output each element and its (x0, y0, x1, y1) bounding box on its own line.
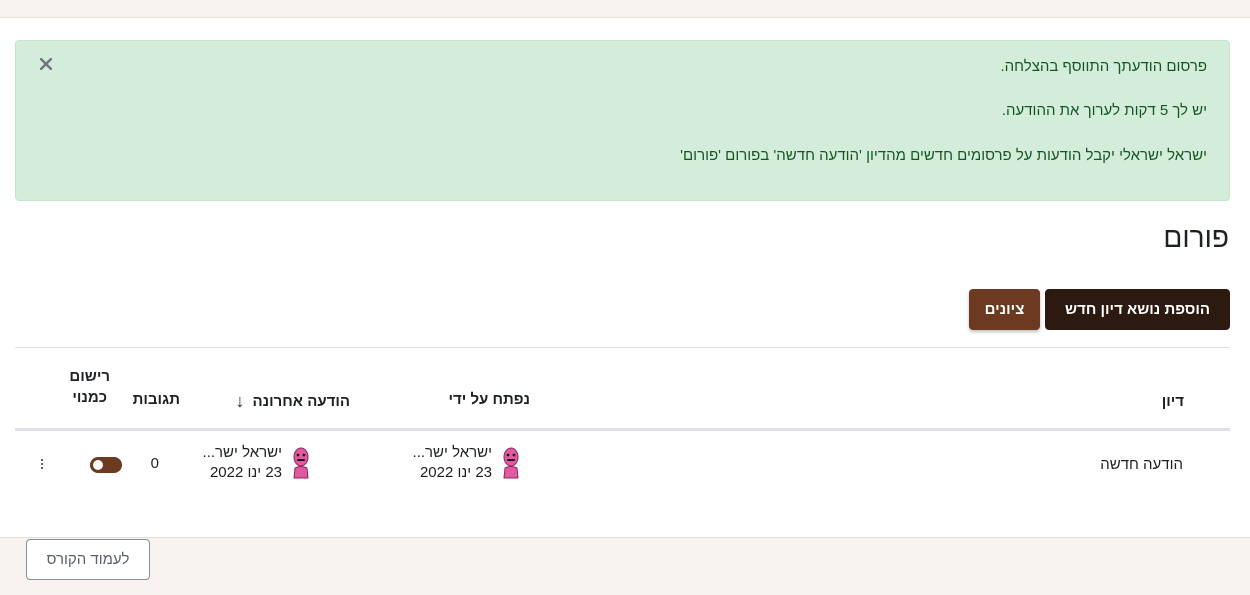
author-name[interactable]: ישראל ישר... (413, 443, 492, 463)
table-row: הודעה חדשה ישראל ישר... 23 ינו 2022 ישרא… (15, 431, 1230, 505)
last-post-author-name[interactable]: ישראל ישר... (203, 443, 282, 463)
back-to-course-button[interactable]: לעמוד הקורס (26, 539, 150, 580)
column-header-subscription-line2: כמנוי (72, 389, 108, 406)
kebab-menu-icon[interactable] (37, 453, 47, 475)
table-top-divider (15, 347, 1230, 348)
column-header-last-post-label: הודעה אחרונה (252, 393, 350, 410)
column-header-subscription-line1: רישום (69, 368, 110, 385)
avatar (503, 447, 519, 479)
alert-line-edit-time: יש לך 5 דקות לערוך את ההודעה. (1001, 102, 1207, 119)
avatar (293, 447, 309, 479)
subscription-toggle[interactable] (90, 457, 122, 473)
column-header-replies: תגובות (132, 391, 180, 408)
alert-line-subscription: ישראל ישראלי יקבל הודעות על פרסומים חדשי… (680, 147, 1207, 164)
last-post-cell: ישראל ישר... 23 ינו 2022 (203, 443, 312, 483)
last-post-info: ישראל ישר... 23 ינו 2022 (203, 443, 282, 483)
author-info: ישראל ישר... 23 ינו 2022 (413, 443, 492, 483)
top-strip (0, 0, 1250, 18)
page-title: פורום (1163, 222, 1229, 253)
started-by-cell: ישראל ישר... 23 ינו 2022 (413, 443, 522, 483)
last-post-date[interactable]: 23 ינו 2022 (203, 463, 282, 483)
discussion-link[interactable]: הודעה חדשה (1100, 456, 1183, 473)
grades-button[interactable]: ציונים (969, 289, 1040, 330)
column-header-topic: דיון (1161, 393, 1184, 410)
author-date: 23 ינו 2022 (419, 464, 492, 481)
column-header-started-by: נפתח על ידי (448, 391, 530, 408)
alert-line-posted: פרסום הודעתך התווסף בהצלחה. (1000, 58, 1208, 75)
column-header-subscription: רישום כמנוי (69, 366, 110, 408)
close-icon[interactable] (36, 55, 56, 75)
toggle-knob (93, 460, 103, 470)
success-alert: פרסום הודעתך התווסף בהצלחה. יש לך 5 דקות… (15, 40, 1230, 201)
arrow-down-icon: ↓ (235, 391, 245, 411)
add-discussion-button[interactable]: הוספת נושא דיון חדש (1045, 289, 1230, 330)
column-header-last-post[interactable]: הודעה אחרונה ↓ (236, 391, 350, 412)
replies-count: 0 (150, 455, 159, 472)
footer-bar: לעמוד הקורס (0, 537, 1250, 595)
